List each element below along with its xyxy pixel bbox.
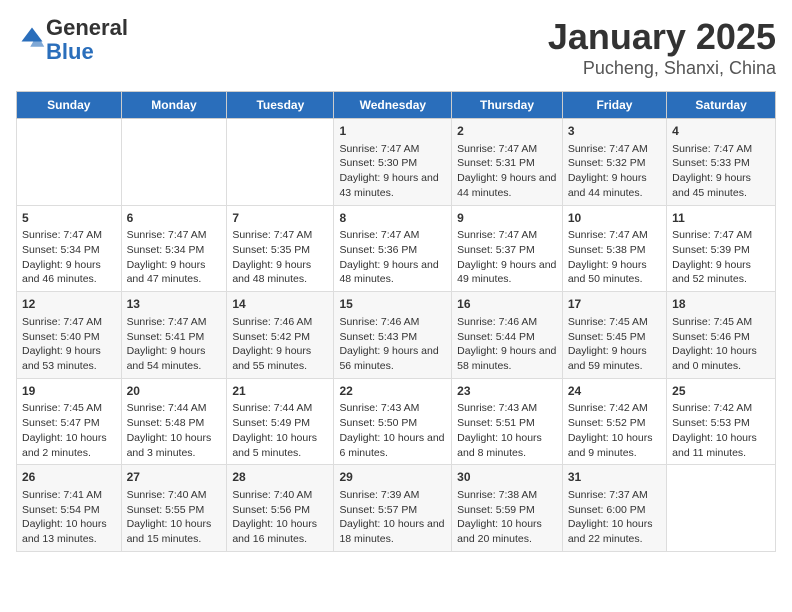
- logo-general-text: General: [46, 15, 128, 40]
- day-number: 23: [457, 383, 557, 400]
- day-number: 14: [232, 296, 328, 313]
- days-row: SundayMondayTuesdayWednesdayThursdayFrid…: [17, 92, 776, 119]
- day-header-sunday: Sunday: [17, 92, 122, 119]
- day-header-tuesday: Tuesday: [227, 92, 334, 119]
- calendar-cell: 8Sunrise: 7:47 AMSunset: 5:36 PMDaylight…: [334, 205, 452, 292]
- calendar-week-3: 12Sunrise: 7:47 AMSunset: 5:40 PMDayligh…: [17, 292, 776, 379]
- calendar-cell: 29Sunrise: 7:39 AMSunset: 5:57 PMDayligh…: [334, 465, 452, 552]
- day-number: 25: [672, 383, 770, 400]
- calendar-week-2: 5Sunrise: 7:47 AMSunset: 5:34 PMDaylight…: [17, 205, 776, 292]
- calendar-cell: 24Sunrise: 7:42 AMSunset: 5:52 PMDayligh…: [562, 378, 666, 465]
- calendar-week-5: 26Sunrise: 7:41 AMSunset: 5:54 PMDayligh…: [17, 465, 776, 552]
- calendar-cell: 6Sunrise: 7:47 AMSunset: 5:34 PMDaylight…: [121, 205, 227, 292]
- day-number: 21: [232, 383, 328, 400]
- day-number: 15: [339, 296, 446, 313]
- day-number: 7: [232, 210, 328, 227]
- calendar-cell: 12Sunrise: 7:47 AMSunset: 5:40 PMDayligh…: [17, 292, 122, 379]
- calendar-cell: 19Sunrise: 7:45 AMSunset: 5:47 PMDayligh…: [17, 378, 122, 465]
- calendar-cell: 10Sunrise: 7:47 AMSunset: 5:38 PMDayligh…: [562, 205, 666, 292]
- logo-blue-text: Blue: [46, 39, 94, 64]
- day-number: 26: [22, 469, 116, 486]
- day-header-thursday: Thursday: [452, 92, 563, 119]
- day-number: 20: [127, 383, 222, 400]
- day-number: 16: [457, 296, 557, 313]
- calendar-cell: 22Sunrise: 7:43 AMSunset: 5:50 PMDayligh…: [334, 378, 452, 465]
- day-number: 8: [339, 210, 446, 227]
- day-number: 28: [232, 469, 328, 486]
- calendar-cell: 30Sunrise: 7:38 AMSunset: 5:59 PMDayligh…: [452, 465, 563, 552]
- day-number: 3: [568, 123, 661, 140]
- day-number: 11: [672, 210, 770, 227]
- day-number: 29: [339, 469, 446, 486]
- logo: General Blue: [16, 16, 128, 64]
- day-number: 27: [127, 469, 222, 486]
- day-number: 9: [457, 210, 557, 227]
- calendar-cell: 3Sunrise: 7:47 AMSunset: 5:32 PMDaylight…: [562, 119, 666, 206]
- day-number: 18: [672, 296, 770, 313]
- calendar-table: SundayMondayTuesdayWednesdayThursdayFrid…: [16, 91, 776, 552]
- day-number: 10: [568, 210, 661, 227]
- day-number: 19: [22, 383, 116, 400]
- day-number: 12: [22, 296, 116, 313]
- calendar-cell: 4Sunrise: 7:47 AMSunset: 5:33 PMDaylight…: [667, 119, 776, 206]
- calendar-subtitle: Pucheng, Shanxi, China: [548, 58, 776, 79]
- calendar-cell: [667, 465, 776, 552]
- calendar-cell: 9Sunrise: 7:47 AMSunset: 5:37 PMDaylight…: [452, 205, 563, 292]
- calendar-cell: 26Sunrise: 7:41 AMSunset: 5:54 PMDayligh…: [17, 465, 122, 552]
- calendar-cell: 16Sunrise: 7:46 AMSunset: 5:44 PMDayligh…: [452, 292, 563, 379]
- calendar-cell: 5Sunrise: 7:47 AMSunset: 5:34 PMDaylight…: [17, 205, 122, 292]
- calendar-cell: 21Sunrise: 7:44 AMSunset: 5:49 PMDayligh…: [227, 378, 334, 465]
- calendar-cell: [121, 119, 227, 206]
- day-number: 24: [568, 383, 661, 400]
- calendar-cell: [227, 119, 334, 206]
- day-number: 5: [22, 210, 116, 227]
- day-number: 17: [568, 296, 661, 313]
- page-header: General Blue January 2025 Pucheng, Shanx…: [16, 16, 776, 79]
- calendar-cell: 31Sunrise: 7:37 AMSunset: 6:00 PMDayligh…: [562, 465, 666, 552]
- calendar-cell: 23Sunrise: 7:43 AMSunset: 5:51 PMDayligh…: [452, 378, 563, 465]
- calendar-cell: 11Sunrise: 7:47 AMSunset: 5:39 PMDayligh…: [667, 205, 776, 292]
- title-block: January 2025 Pucheng, Shanxi, China: [548, 16, 776, 79]
- calendar-cell: 14Sunrise: 7:46 AMSunset: 5:42 PMDayligh…: [227, 292, 334, 379]
- calendar-cell: 2Sunrise: 7:47 AMSunset: 5:31 PMDaylight…: [452, 119, 563, 206]
- calendar-cell: 18Sunrise: 7:45 AMSunset: 5:46 PMDayligh…: [667, 292, 776, 379]
- calendar-cell: 20Sunrise: 7:44 AMSunset: 5:48 PMDayligh…: [121, 378, 227, 465]
- logo-icon: [18, 24, 46, 52]
- day-number: 30: [457, 469, 557, 486]
- calendar-cell: 1Sunrise: 7:47 AMSunset: 5:30 PMDaylight…: [334, 119, 452, 206]
- day-number: 1: [339, 123, 446, 140]
- day-number: 22: [339, 383, 446, 400]
- calendar-cell: 15Sunrise: 7:46 AMSunset: 5:43 PMDayligh…: [334, 292, 452, 379]
- day-number: 31: [568, 469, 661, 486]
- calendar-header: SundayMondayTuesdayWednesdayThursdayFrid…: [17, 92, 776, 119]
- calendar-cell: 13Sunrise: 7:47 AMSunset: 5:41 PMDayligh…: [121, 292, 227, 379]
- day-header-wednesday: Wednesday: [334, 92, 452, 119]
- calendar-week-4: 19Sunrise: 7:45 AMSunset: 5:47 PMDayligh…: [17, 378, 776, 465]
- day-header-friday: Friday: [562, 92, 666, 119]
- calendar-cell: 7Sunrise: 7:47 AMSunset: 5:35 PMDaylight…: [227, 205, 334, 292]
- calendar-cell: 25Sunrise: 7:42 AMSunset: 5:53 PMDayligh…: [667, 378, 776, 465]
- day-number: 4: [672, 123, 770, 140]
- calendar-cell: 17Sunrise: 7:45 AMSunset: 5:45 PMDayligh…: [562, 292, 666, 379]
- calendar-cell: 28Sunrise: 7:40 AMSunset: 5:56 PMDayligh…: [227, 465, 334, 552]
- day-header-monday: Monday: [121, 92, 227, 119]
- day-header-saturday: Saturday: [667, 92, 776, 119]
- day-number: 6: [127, 210, 222, 227]
- calendar-title: January 2025: [548, 16, 776, 58]
- day-number: 13: [127, 296, 222, 313]
- calendar-cell: [17, 119, 122, 206]
- calendar-cell: 27Sunrise: 7:40 AMSunset: 5:55 PMDayligh…: [121, 465, 227, 552]
- calendar-body: 1Sunrise: 7:47 AMSunset: 5:30 PMDaylight…: [17, 119, 776, 552]
- day-number: 2: [457, 123, 557, 140]
- calendar-week-1: 1Sunrise: 7:47 AMSunset: 5:30 PMDaylight…: [17, 119, 776, 206]
